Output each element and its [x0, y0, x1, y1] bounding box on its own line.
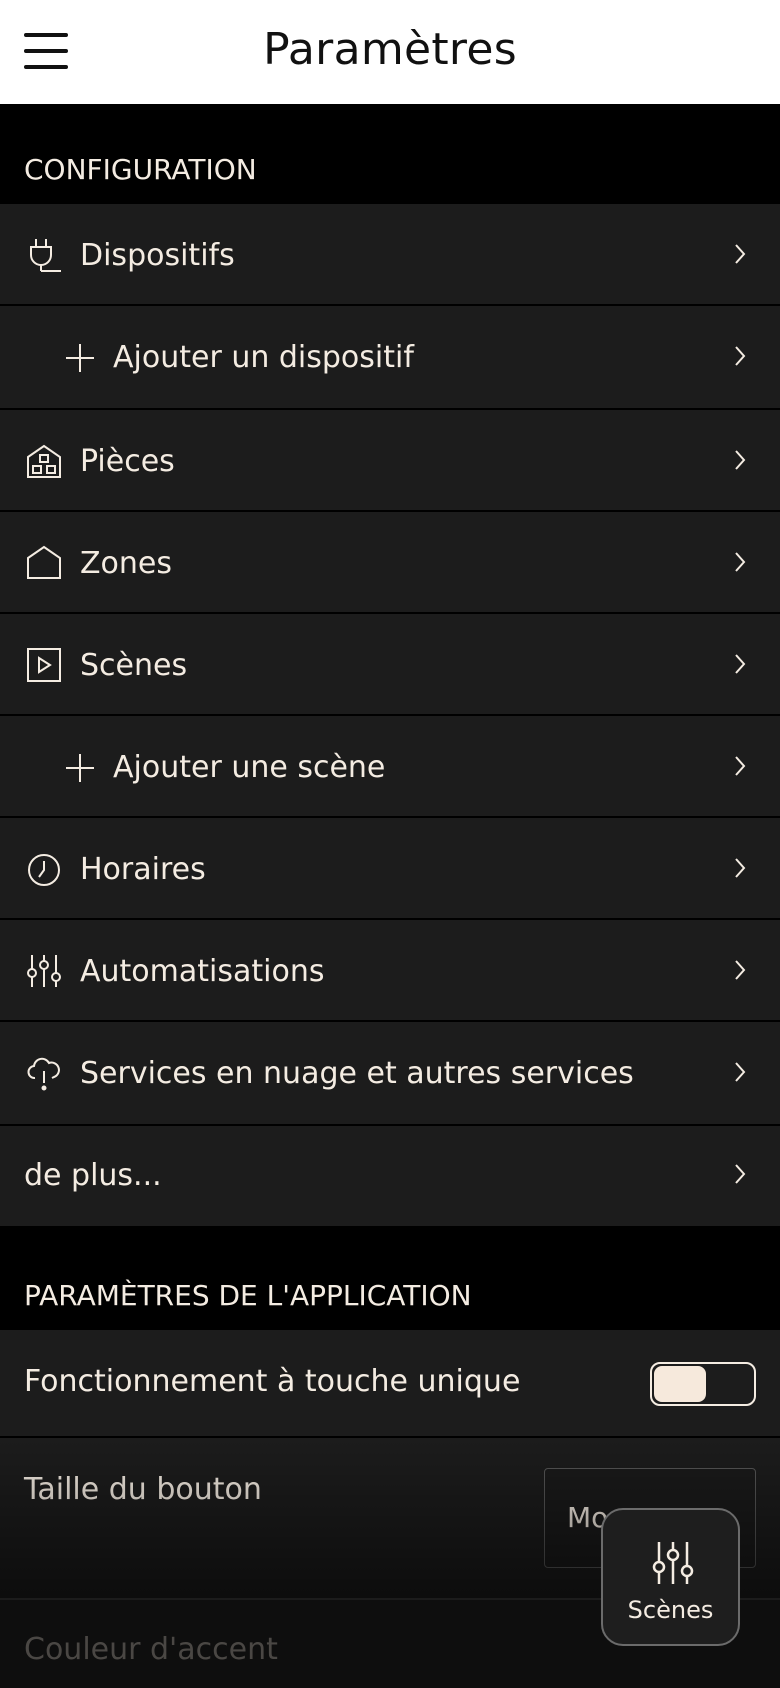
zone-house-icon [26, 544, 62, 580]
settings-item-label: Dispositifs [80, 238, 235, 273]
settings-item-automatisations[interactable]: Automatisations [0, 920, 780, 1022]
settings-item-label: Ajouter un dispositif [113, 340, 414, 375]
settings-item-label: Ajouter une scène [113, 750, 386, 785]
settings-item-pieces[interactable]: Pièces [0, 410, 780, 512]
settings-item-label: Scènes [80, 648, 188, 683]
chevron-right-icon [732, 856, 748, 880]
toggle-knob [654, 1366, 706, 1402]
settings-item-label: de plus... [24, 1158, 162, 1193]
settings-item-cloud-services[interactable]: Services en nuage et autres services [0, 1022, 780, 1126]
settings-item-label: Pièces [80, 444, 175, 479]
setting-label: Couleur d'accent [24, 1632, 278, 1667]
plus-icon [62, 340, 98, 376]
settings-item-more[interactable]: de plus... [0, 1126, 780, 1226]
setting-label: Taille du bouton [24, 1472, 262, 1507]
play-square-icon [26, 647, 62, 683]
chevron-right-icon [732, 242, 748, 266]
single-touch-toggle[interactable] [650, 1362, 756, 1406]
fab-label: Scènes [627, 1596, 714, 1624]
settings-item-label: Services en nuage et autres services [80, 1056, 634, 1091]
page-title: Paramètres [263, 24, 517, 75]
chevron-right-icon [732, 1060, 748, 1084]
chevron-right-icon [732, 754, 748, 778]
setting-single-touch: Fonctionnement à touche unique [0, 1330, 780, 1438]
settings-item-dispositifs[interactable]: Dispositifs [0, 204, 780, 306]
cloud-icon [26, 1056, 62, 1092]
sliders-icon [651, 1540, 695, 1586]
settings-item-ajouter-dispositif[interactable]: Ajouter un dispositif [0, 306, 780, 410]
settings-item-label: Horaires [80, 852, 206, 887]
settings-item-label: Zones [80, 546, 173, 581]
top-app-bar: Paramètres [0, 0, 780, 104]
settings-item-label: Automatisations [80, 954, 325, 989]
chevron-right-icon [732, 448, 748, 472]
chevron-right-icon [732, 1162, 748, 1186]
plug-icon [26, 237, 62, 273]
chevron-right-icon [732, 550, 748, 574]
chevron-right-icon [732, 652, 748, 676]
plus-icon [62, 750, 98, 786]
setting-label: Fonctionnement à touche unique [24, 1364, 521, 1399]
chevron-right-icon [732, 958, 748, 982]
settings-item-zones[interactable]: Zones [0, 512, 780, 614]
chevron-right-icon [732, 344, 748, 368]
clock-icon [26, 852, 62, 888]
settings-item-scenes[interactable]: Scènes [0, 614, 780, 716]
sliders-icon [26, 953, 62, 989]
section-header-configuration: CONFIGURATION [0, 104, 780, 204]
section-header-app-settings: PARAMÈTRES DE L'APPLICATION [0, 1226, 780, 1330]
rooms-house-icon [26, 443, 62, 479]
scenes-fab-button[interactable]: Scènes [601, 1508, 740, 1646]
settings-item-ajouter-scene[interactable]: Ajouter une scène [0, 716, 780, 818]
settings-item-horaires[interactable]: Horaires [0, 818, 780, 920]
